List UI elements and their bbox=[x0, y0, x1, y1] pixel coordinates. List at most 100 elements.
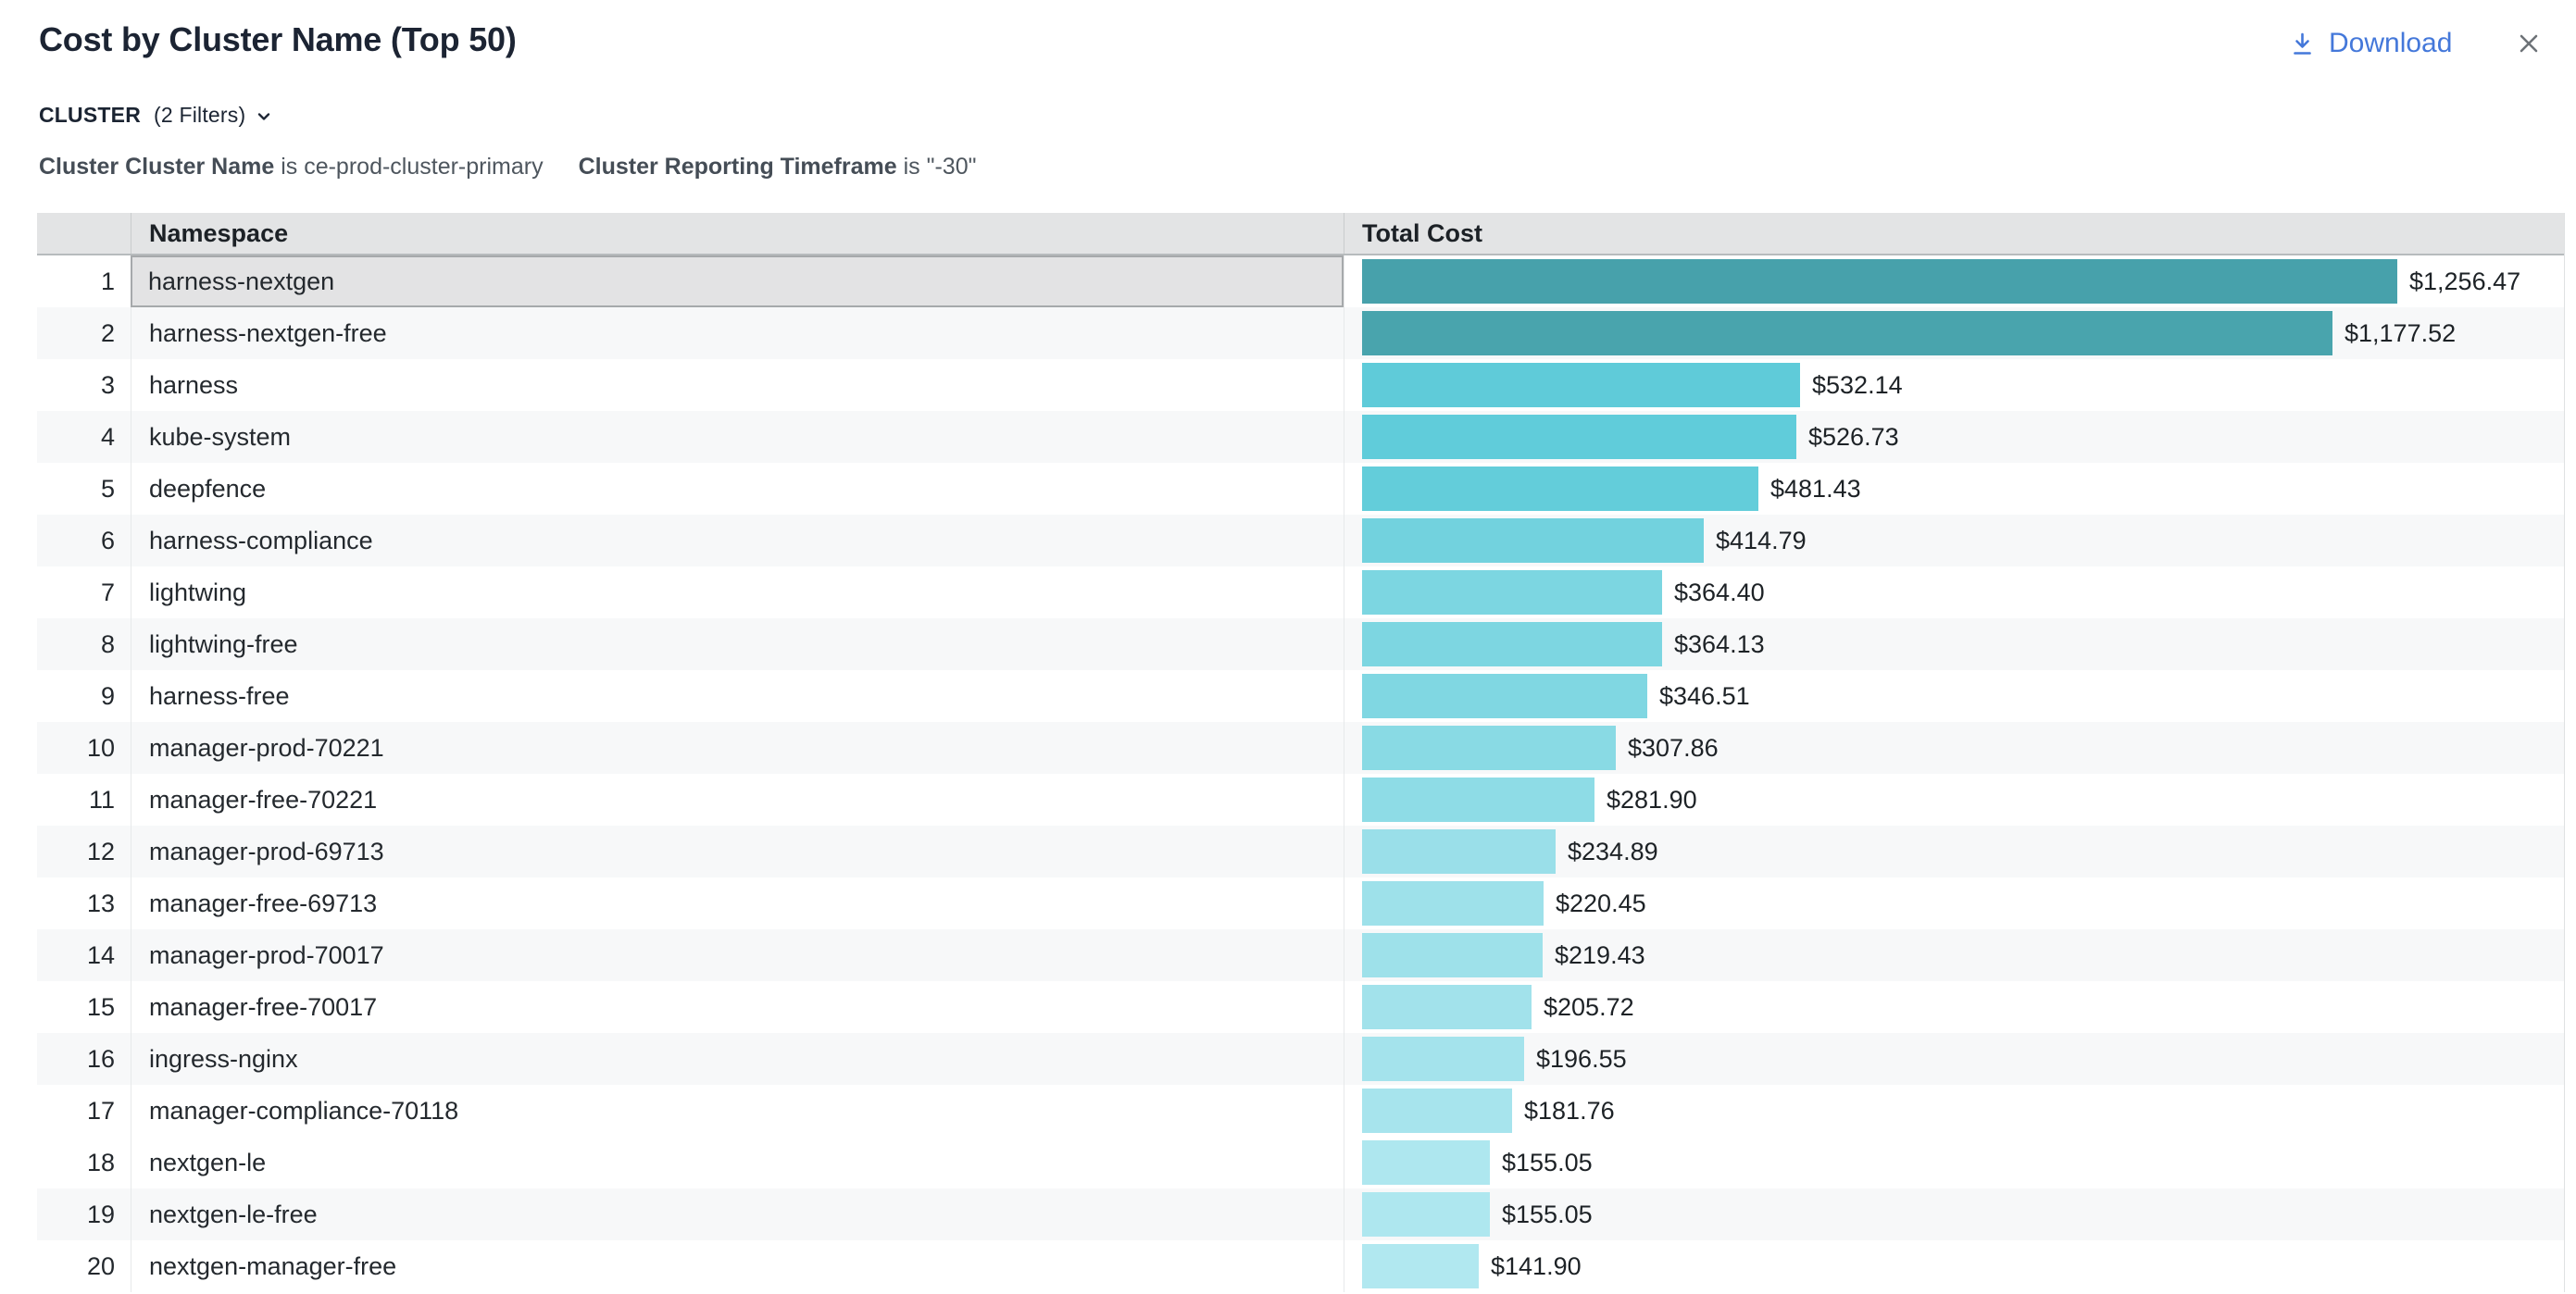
filter-group-label: CLUSTER bbox=[39, 103, 141, 128]
table-row: 1harness-nextgen$1,256.47 bbox=[37, 255, 2564, 307]
cost-value: $532.14 bbox=[1812, 371, 1903, 400]
close-button[interactable] bbox=[2513, 28, 2545, 59]
namespace-cell[interactable]: harness-nextgen-free bbox=[131, 307, 1344, 359]
total-cost-cell[interactable]: $234.89 bbox=[1344, 826, 2564, 877]
table-row: 2harness-nextgen-free$1,177.52 bbox=[37, 307, 2564, 359]
namespace-cell[interactable]: nextgen-manager-free bbox=[131, 1240, 1344, 1292]
namespace-cell[interactable]: lightwing bbox=[131, 566, 1344, 618]
total-cost-cell[interactable]: $364.13 bbox=[1344, 618, 2564, 670]
namespace-cell[interactable]: harness-compliance bbox=[131, 515, 1344, 566]
cost-value: $526.73 bbox=[1808, 423, 1899, 452]
namespace-cell[interactable]: manager-prod-69713 bbox=[131, 826, 1344, 877]
namespace-cell[interactable]: manager-free-70017 bbox=[131, 981, 1344, 1033]
cost-value: $364.40 bbox=[1674, 579, 1765, 607]
table-row: 12manager-prod-69713$234.89 bbox=[37, 826, 2564, 877]
total-cost-cell[interactable]: $220.45 bbox=[1344, 877, 2564, 929]
filter-group-toggle[interactable]: CLUSTER (2 Filters) bbox=[39, 102, 275, 128]
total-cost-cell[interactable]: $1,256.47 bbox=[1344, 255, 2564, 307]
cost-value: $219.43 bbox=[1555, 941, 1645, 970]
row-rank: 5 bbox=[37, 463, 131, 515]
row-rank: 14 bbox=[37, 929, 131, 981]
total-cost-cell[interactable]: $219.43 bbox=[1344, 929, 2564, 981]
cost-value: $155.05 bbox=[1502, 1201, 1593, 1229]
total-cost-cell[interactable]: $281.90 bbox=[1344, 774, 2564, 826]
namespace-cell[interactable]: manager-prod-70221 bbox=[131, 722, 1344, 774]
filter-count-label: (2 Filters) bbox=[154, 103, 245, 128]
cost-bar bbox=[1362, 467, 1758, 511]
filter-value: "-30" bbox=[927, 154, 977, 180]
row-rank: 9 bbox=[37, 670, 131, 722]
row-rank: 3 bbox=[37, 359, 131, 411]
table-row: 8lightwing-free$364.13 bbox=[37, 618, 2564, 670]
table-row: 7lightwing$364.40 bbox=[37, 566, 2564, 618]
total-cost-cell[interactable]: $414.79 bbox=[1344, 515, 2564, 566]
namespace-cell[interactable]: nextgen-le-free bbox=[131, 1188, 1344, 1240]
table-row: 19nextgen-le-free$155.05 bbox=[37, 1188, 2564, 1240]
cost-value: $1,177.52 bbox=[2345, 319, 2456, 348]
row-rank: 20 bbox=[37, 1240, 131, 1292]
total-cost-cell[interactable]: $1,177.52 bbox=[1344, 307, 2564, 359]
namespace-cell[interactable]: lightwing-free bbox=[131, 618, 1344, 670]
namespace-cell[interactable]: harness-nextgen bbox=[131, 255, 1344, 307]
cost-bar bbox=[1362, 259, 2397, 304]
namespace-column-header[interactable]: Namespace bbox=[131, 213, 1344, 254]
namespace-cell[interactable]: kube-system bbox=[131, 411, 1344, 463]
cost-value: $307.86 bbox=[1628, 734, 1719, 763]
namespace-cell[interactable]: manager-compliance-70118 bbox=[131, 1085, 1344, 1137]
filter-value: ce-prod-cluster-primary bbox=[304, 154, 543, 180]
cost-bar bbox=[1362, 311, 2332, 355]
total-cost-cell[interactable]: $141.90 bbox=[1344, 1240, 2564, 1292]
table-row: 18nextgen-le$155.05 bbox=[37, 1137, 2564, 1188]
table-row: 11manager-free-70221 $281.90 bbox=[37, 774, 2564, 826]
download-label: Download bbox=[2329, 28, 2452, 59]
cost-value: $181.76 bbox=[1524, 1097, 1615, 1126]
cost-bar bbox=[1362, 1192, 1490, 1237]
total-cost-cell[interactable]: $481.43 bbox=[1344, 463, 2564, 515]
namespace-cell[interactable]: nextgen-le bbox=[131, 1137, 1344, 1188]
total-cost-cell[interactable]: $346.51 bbox=[1344, 670, 2564, 722]
download-button[interactable]: Download bbox=[2289, 28, 2452, 59]
cost-value: $414.79 bbox=[1716, 527, 1807, 555]
cost-bar bbox=[1362, 674, 1647, 718]
table-row: 5deepfence $481.43 bbox=[37, 463, 2564, 515]
namespace-cell[interactable]: manager-free-69713 bbox=[131, 877, 1344, 929]
row-rank: 11 bbox=[37, 774, 131, 826]
total-cost-column-header[interactable]: Total Cost bbox=[1344, 213, 2564, 254]
namespace-cell[interactable]: manager-prod-70017 bbox=[131, 929, 1344, 981]
cost-value: $481.43 bbox=[1770, 475, 1861, 504]
table-row: 17manager-compliance-70118$181.76 bbox=[37, 1085, 2564, 1137]
table-row: 13manager-free-69713$220.45 bbox=[37, 877, 2564, 929]
namespace-cell[interactable]: ingress-nginx bbox=[131, 1033, 1344, 1085]
total-cost-cell[interactable]: $205.72 bbox=[1344, 981, 2564, 1033]
total-cost-cell[interactable]: $155.05 bbox=[1344, 1188, 2564, 1240]
row-rank: 16 bbox=[37, 1033, 131, 1085]
table-body: 1harness-nextgen$1,256.472harness-nextge… bbox=[37, 255, 2564, 1292]
cost-bar bbox=[1362, 570, 1662, 615]
filter-item-reporting-timeframe: Cluster Reporting Timeframe is "-30" bbox=[579, 154, 977, 180]
cost-bar bbox=[1362, 1140, 1490, 1185]
cost-bar bbox=[1362, 829, 1556, 874]
table-row: 15manager-free-70017$205.72 bbox=[37, 981, 2564, 1033]
total-cost-cell[interactable]: $155.05 bbox=[1344, 1137, 2564, 1188]
table-row: 3harness $532.14 bbox=[37, 359, 2564, 411]
filter-op: is bbox=[274, 154, 304, 180]
total-cost-cell[interactable]: $532.14 bbox=[1344, 359, 2564, 411]
cost-value: $205.72 bbox=[1544, 993, 1634, 1022]
total-cost-cell[interactable]: $181.76 bbox=[1344, 1085, 2564, 1137]
cost-bar bbox=[1362, 1089, 1512, 1133]
filter-item-cluster-name: Cluster Cluster Name is ce-prod-cluster-… bbox=[39, 154, 544, 180]
cost-value: $155.05 bbox=[1502, 1149, 1593, 1177]
total-cost-cell[interactable]: $526.73 bbox=[1344, 411, 2564, 463]
row-rank: 8 bbox=[37, 618, 131, 670]
namespace-cell[interactable]: deepfence bbox=[131, 463, 1344, 515]
close-icon bbox=[2514, 29, 2544, 58]
namespace-cell[interactable]: manager-free-70221 bbox=[131, 774, 1344, 826]
total-cost-cell[interactable]: $196.55 bbox=[1344, 1033, 2564, 1085]
namespace-cell[interactable]: harness-free bbox=[131, 670, 1344, 722]
total-cost-cell[interactable]: $364.40 bbox=[1344, 566, 2564, 618]
namespace-cell[interactable]: harness bbox=[131, 359, 1344, 411]
chevron-down-icon bbox=[253, 102, 275, 128]
cost-value: $1,256.47 bbox=[2409, 268, 2520, 296]
cost-value: $281.90 bbox=[1607, 786, 1697, 815]
total-cost-cell[interactable]: $307.86 bbox=[1344, 722, 2564, 774]
